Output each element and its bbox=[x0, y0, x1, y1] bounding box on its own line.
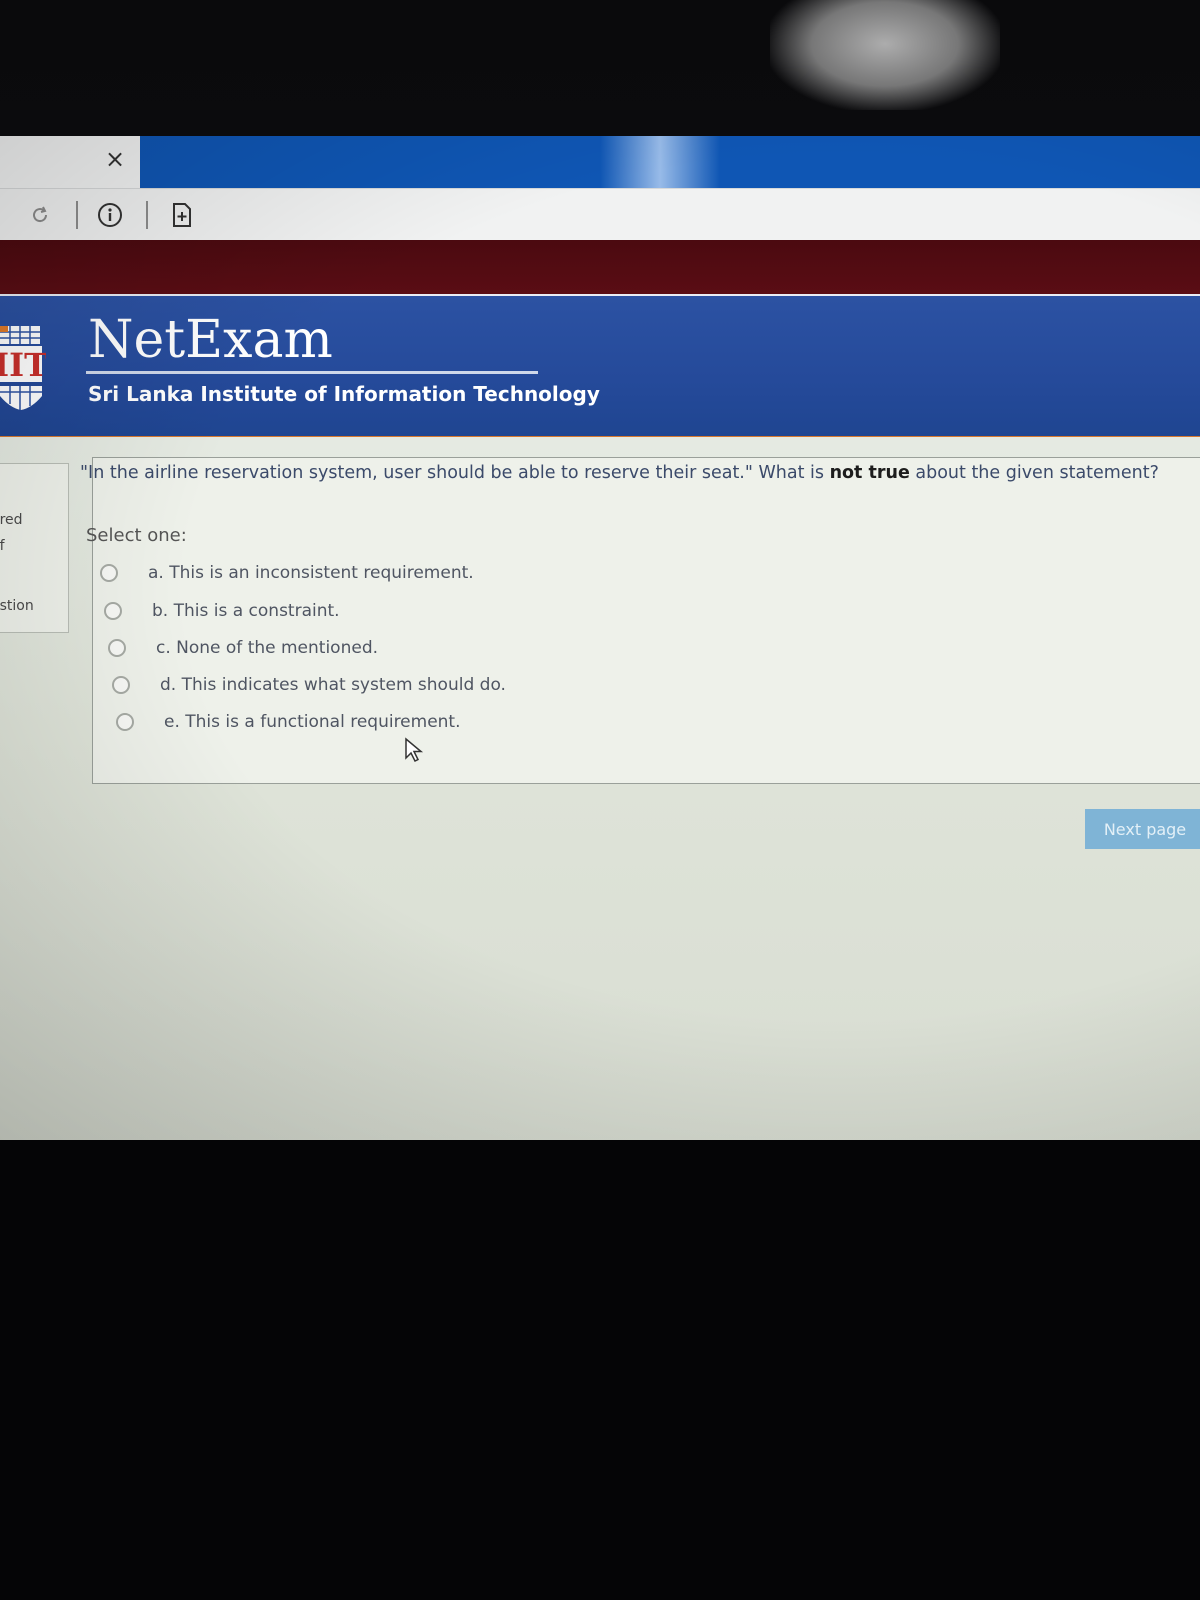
mouse-cursor-icon bbox=[405, 737, 424, 763]
toolbar-divider bbox=[76, 201, 78, 229]
monitor-bezel-top bbox=[0, 0, 1200, 136]
answer-option-a[interactable]: a. This is an inconsistent requirement. bbox=[100, 561, 474, 585]
nav-status-fragment: of bbox=[0, 538, 5, 554]
option-label[interactable]: b. This is a constraint. bbox=[152, 601, 340, 621]
svg-text:IIT: IIT bbox=[0, 346, 46, 384]
question-text: "In the airline reservation system, user… bbox=[80, 463, 1159, 483]
select-one-label: Select one: bbox=[86, 525, 187, 546]
site-top-band bbox=[0, 240, 1200, 294]
monitor-bezel-bottom bbox=[0, 1140, 1200, 1600]
option-label[interactable]: c. None of the mentioned. bbox=[156, 638, 378, 658]
toolbar-divider bbox=[146, 201, 148, 229]
answer-option-d[interactable]: d. This indicates what system should do. bbox=[112, 673, 506, 697]
radio-button[interactable] bbox=[108, 639, 126, 657]
radio-button[interactable] bbox=[100, 564, 118, 582]
quiz-content: ered of estion "In the airline reservati… bbox=[0, 437, 1200, 1157]
option-label[interactable]: a. This is an inconsistent requirement. bbox=[148, 563, 474, 583]
nav-status-fragment: ered bbox=[0, 512, 23, 528]
quiz-navigation-panel: ered of estion bbox=[0, 463, 69, 633]
browser-toolbar bbox=[0, 188, 1200, 241]
option-label[interactable]: d. This indicates what system should do. bbox=[160, 675, 506, 695]
title-underline bbox=[86, 371, 538, 374]
add-page-icon[interactable] bbox=[168, 201, 196, 229]
close-tab-icon[interactable]: × bbox=[100, 144, 130, 174]
app-title: NetExam bbox=[88, 310, 333, 370]
answer-option-c[interactable]: c. None of the mentioned. bbox=[108, 636, 378, 660]
radio-button[interactable] bbox=[116, 713, 134, 731]
option-label[interactable]: e. This is a functional requirement. bbox=[164, 712, 461, 732]
nav-flag-question[interactable]: estion bbox=[0, 598, 34, 614]
browser-tab[interactable]: × bbox=[0, 136, 140, 188]
answer-option-b[interactable]: b. This is a constraint. bbox=[104, 599, 340, 623]
radio-button[interactable] bbox=[112, 676, 130, 694]
browser-tab-strip: × bbox=[0, 136, 1200, 188]
institution-name: Sri Lanka Institute of Information Techn… bbox=[88, 382, 600, 406]
tabstrip-reflection bbox=[600, 136, 720, 188]
sliit-logo: IIT bbox=[0, 326, 46, 410]
next-page-button[interactable]: Next page bbox=[1085, 809, 1200, 849]
refresh-icon[interactable] bbox=[26, 201, 54, 229]
light-glare bbox=[770, 0, 1000, 110]
radio-button[interactable] bbox=[104, 602, 122, 620]
netexam-header: IIT NetExam Sri Lanka Institute of Infor… bbox=[0, 294, 1200, 439]
answer-option-e[interactable]: e. This is a functional requirement. bbox=[116, 710, 461, 734]
photo-of-screen: × IIT NetExam Sri Lanka Institute of Inf… bbox=[0, 0, 1200, 1600]
info-icon[interactable] bbox=[96, 201, 124, 229]
